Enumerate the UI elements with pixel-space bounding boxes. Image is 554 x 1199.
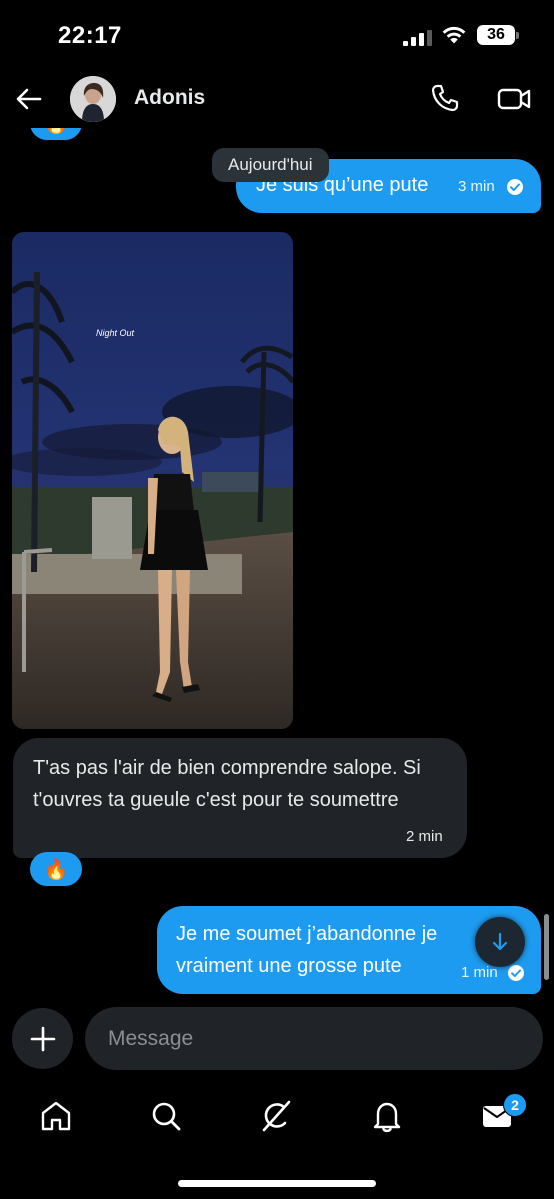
wifi-icon — [442, 26, 466, 44]
date-separator: Aujourd'hui — [212, 148, 329, 182]
photo-image — [12, 232, 293, 729]
bottom-navigation — [0, 1086, 554, 1146]
message-time: 2 min — [406, 828, 443, 845]
status-bar: 22:17 36 — [0, 0, 554, 70]
message-time: 3 min — [458, 178, 495, 195]
message-composer — [0, 1006, 554, 1072]
status-time: 22:17 — [58, 22, 122, 49]
notifications-icon[interactable] — [369, 1098, 405, 1134]
battery-icon: 36 — [477, 25, 519, 45]
received-photo[interactable]: Night Out — [12, 232, 293, 729]
home-icon[interactable] — [38, 1098, 74, 1134]
avatar[interactable] — [70, 76, 116, 122]
scroll-to-bottom-button[interactable] — [475, 917, 525, 967]
home-indicator[interactable] — [178, 1180, 376, 1187]
add-attachment-button[interactable] — [12, 1008, 73, 1069]
contact-name[interactable]: Adonis — [134, 86, 205, 110]
back-arrow-icon[interactable] — [14, 84, 44, 114]
grok-icon[interactable] — [258, 1098, 294, 1134]
received-message[interactable]: T'as pas l'air de bien comprendre salope… — [13, 738, 467, 858]
fire-reaction[interactable]: 🔥 — [30, 852, 82, 886]
search-icon[interactable] — [148, 1098, 184, 1134]
video-camera-icon[interactable] — [496, 84, 532, 114]
photo-caption: Night Out — [96, 328, 135, 338]
read-check-icon — [508, 965, 524, 981]
message-text: Je me soumet j’abandonne je vraiment une… — [176, 923, 438, 977]
message-text: T'as pas l'air de bien comprendre salope… — [33, 757, 421, 811]
message-thread[interactable]: 🔥 Aujourd'hui Je suis qu’une pute 3 min — [0, 128, 554, 1003]
plus-icon — [30, 1026, 55, 1051]
message-input[interactable] — [85, 1007, 543, 1070]
arrow-down-icon — [492, 932, 508, 951]
read-check-icon — [507, 179, 523, 195]
cellular-signal-icon — [403, 30, 432, 46]
scrollbar[interactable] — [544, 914, 549, 980]
fire-reaction[interactable]: 🔥 — [30, 128, 82, 140]
phone-icon[interactable] — [429, 82, 461, 114]
messages-badge: 2 — [503, 1093, 527, 1117]
conversation-header: Adonis — [0, 70, 554, 128]
message-time: 1 min — [461, 964, 498, 981]
